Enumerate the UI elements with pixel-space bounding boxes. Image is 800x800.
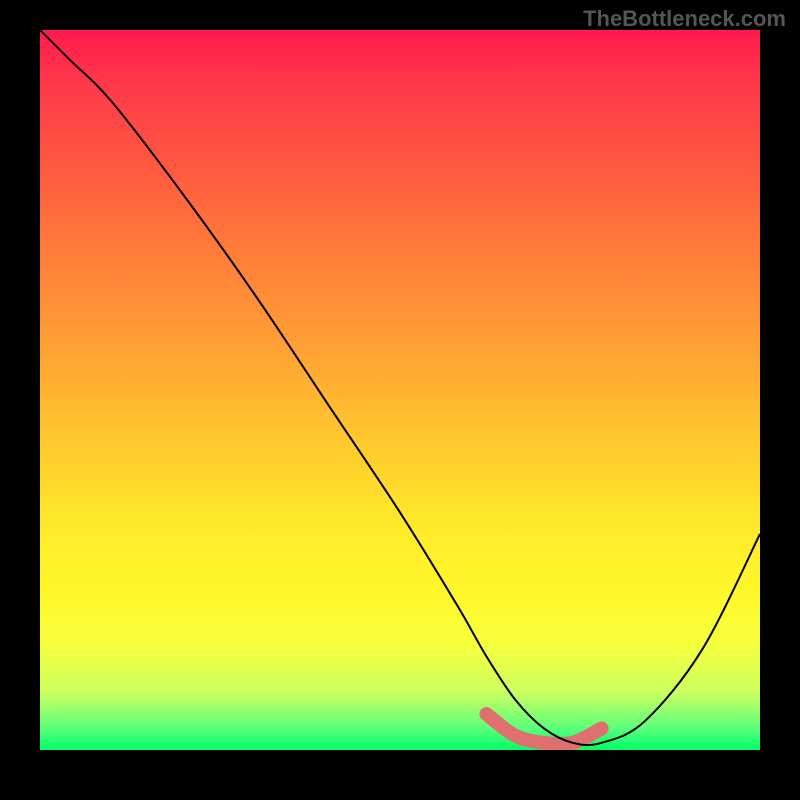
bottleneck-curve-line (40, 30, 760, 745)
watermark-text: TheBottleneck.com (583, 6, 786, 32)
chart-svg (40, 30, 760, 750)
chart-plot-area (40, 30, 760, 750)
